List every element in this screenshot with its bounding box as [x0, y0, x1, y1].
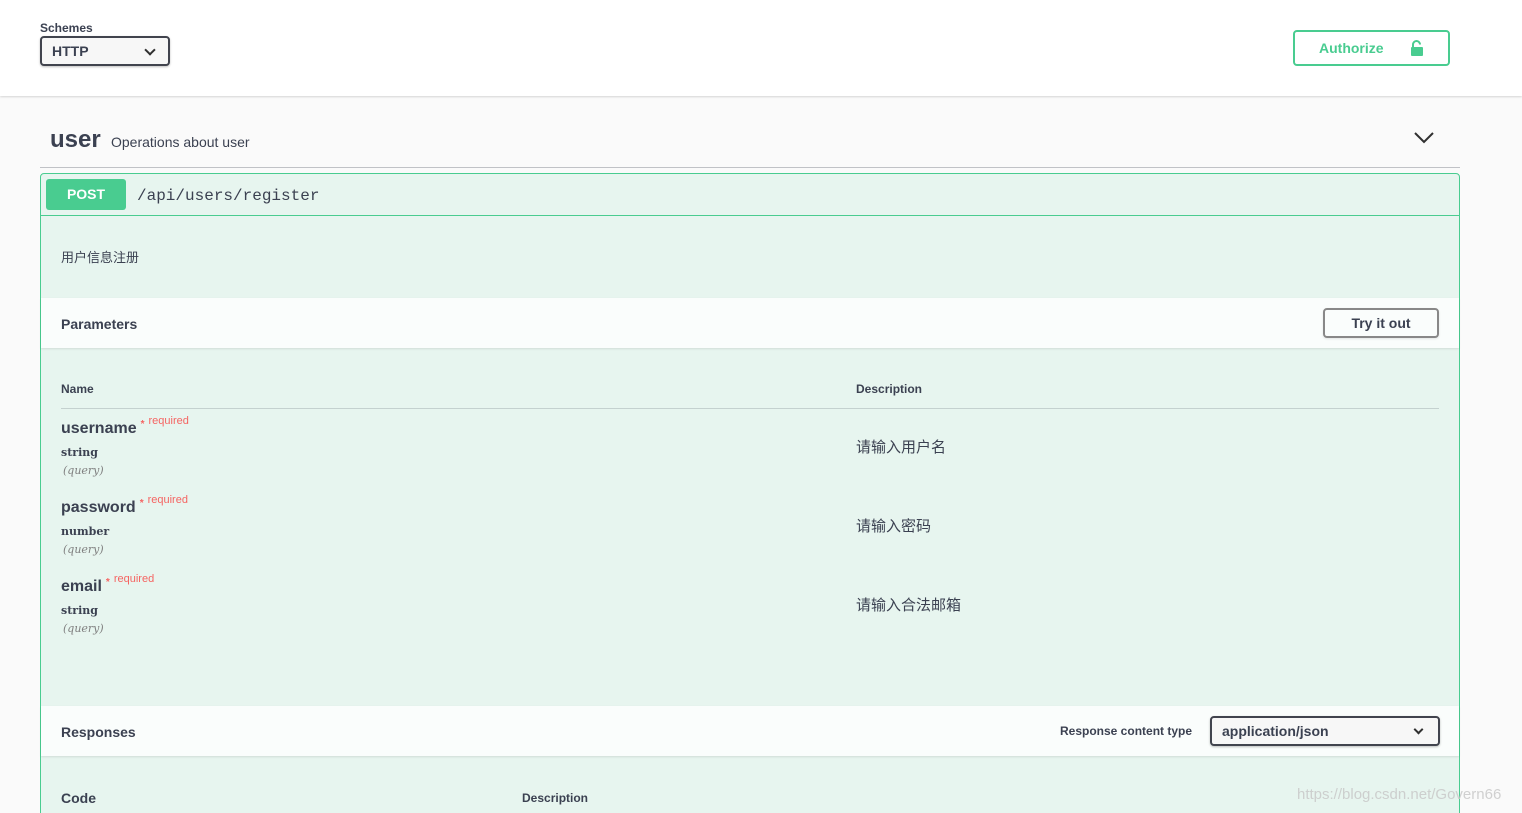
param-name-text: password — [61, 499, 136, 516]
schemes-label: Schemes — [40, 21, 93, 35]
response-content-type-select[interactable]: application/json — [1210, 716, 1440, 746]
parameters-header: Parameters Try it out — [41, 298, 1459, 348]
param-in: (query) — [63, 622, 104, 635]
param-row: password * required number (query) 请输入密码 — [61, 494, 1439, 565]
responses-header: Responses Response content type applicat… — [41, 706, 1459, 756]
chevron-down-icon — [1413, 724, 1424, 735]
param-name: email * required — [61, 573, 154, 596]
opblock-summary[interactable]: POST /api/users/register — [41, 174, 1459, 216]
param-description: 请输入密码 — [856, 518, 932, 535]
authorize-label: Authorize — [1319, 40, 1384, 56]
response-content-type-value: application/json — [1222, 723, 1329, 739]
param-row: email * required string (query) 请输入合法邮箱 — [61, 573, 1439, 644]
responses-col-description: Description — [522, 791, 589, 805]
responses-title: Responses — [61, 724, 136, 740]
param-name: username * required — [61, 415, 189, 438]
parameters-title: Parameters — [61, 316, 138, 332]
param-col-name: Name — [61, 382, 94, 396]
tag-divider — [40, 167, 1460, 168]
param-in: (query) — [63, 543, 104, 556]
param-col-description: Description — [856, 382, 923, 396]
param-type: number — [61, 525, 110, 538]
param-row: username * required string (query) 请输入用户名 — [61, 415, 1439, 486]
unlock-icon — [1411, 40, 1423, 56]
chevron-down-icon — [144, 44, 156, 56]
tag-name[interactable]: user — [50, 126, 101, 154]
param-in: (query) — [63, 464, 104, 477]
operation-path: /api/users/register — [137, 187, 320, 205]
required-star: * — [140, 419, 145, 430]
required-star: * — [105, 577, 110, 588]
schemes-select[interactable]: HTTP — [40, 36, 170, 66]
authorize-button[interactable]: Authorize — [1293, 30, 1450, 66]
param-header-divider — [61, 408, 1439, 409]
param-description: 请输入用户名 — [856, 439, 947, 456]
param-name-text: username — [61, 420, 137, 437]
param-description: 请输入合法邮箱 — [856, 597, 962, 614]
required-star: * — [139, 498, 144, 509]
schemes-selected-value: HTTP — [52, 43, 89, 59]
required-label: required — [148, 415, 189, 427]
param-name: password * required — [61, 494, 188, 517]
required-label: required — [147, 494, 188, 506]
operation-description: 用户信息注册 — [61, 250, 140, 265]
param-type: string — [61, 604, 98, 617]
required-label: required — [113, 573, 155, 585]
param-name-text: email — [61, 578, 102, 595]
method-badge: POST — [46, 179, 126, 210]
scheme-container: Schemes HTTP Authorize — [0, 0, 1522, 96]
chevron-down-icon[interactable] — [1413, 131, 1435, 145]
response-content-type-label: Response content type — [1060, 724, 1193, 738]
param-type: string — [61, 446, 98, 459]
tag-description: Operations about user — [111, 134, 250, 150]
watermark: https://blog.csdn.net/Govern66 — [1297, 786, 1502, 803]
responses-col-code: Code — [61, 790, 96, 806]
opblock-post: POST /api/users/register 用户信息注册 Paramete… — [40, 173, 1460, 813]
try-it-out-button[interactable]: Try it out — [1323, 308, 1439, 338]
